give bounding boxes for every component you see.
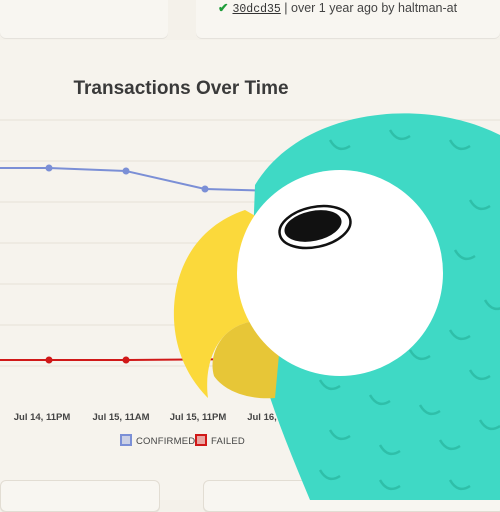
mascot-face bbox=[237, 170, 443, 376]
parrot-mascot-icon bbox=[173, 113, 500, 500]
